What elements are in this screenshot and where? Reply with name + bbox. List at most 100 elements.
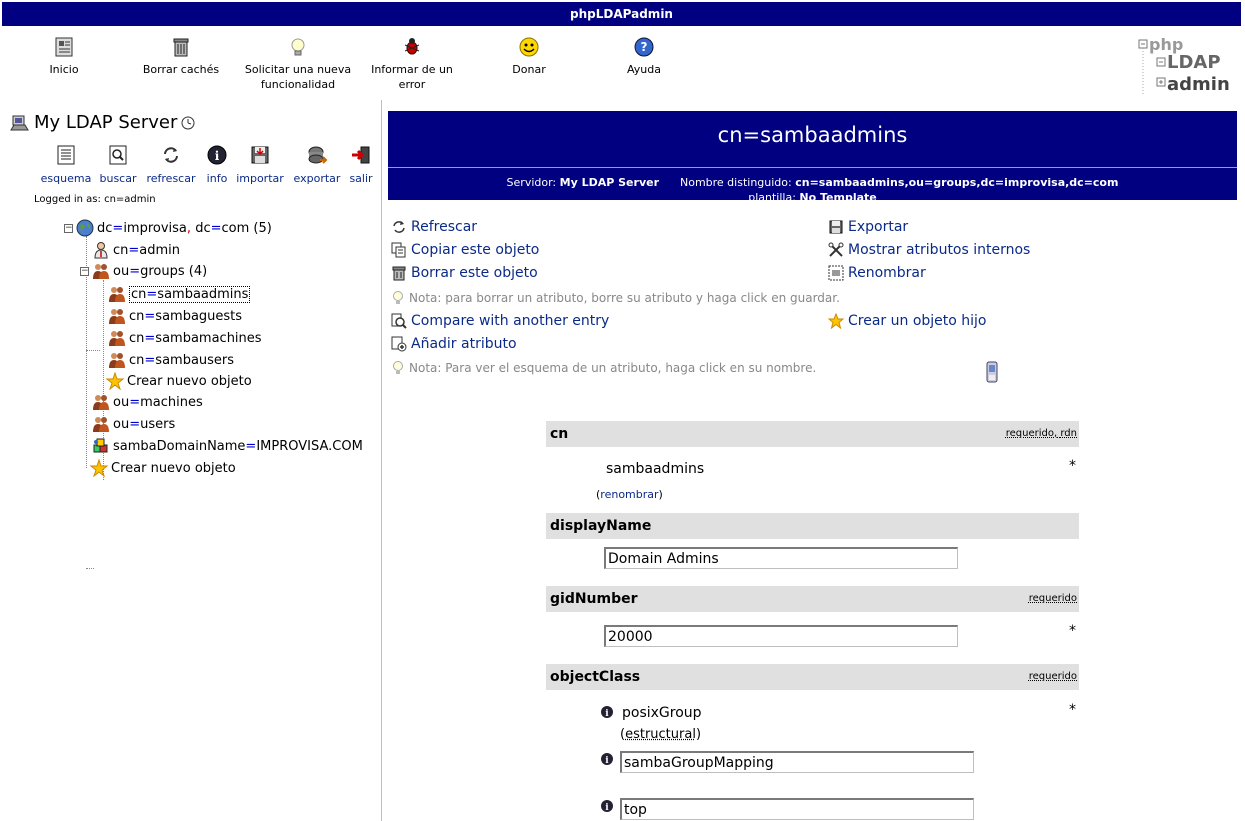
schema-tool[interactable]: esquema — [38, 140, 94, 185]
schema-note: Nota: Para ver el esquema de un atributo… — [391, 360, 816, 376]
rename-icon — [828, 265, 844, 281]
help-button[interactable]: ? Ayuda — [584, 36, 704, 77]
donate-button[interactable]: Donar — [469, 36, 589, 77]
app-title-bar: phpLDAPadmin — [2, 2, 1241, 26]
displayname-input[interactable] — [604, 547, 958, 569]
objectclass-input-top[interactable] — [620, 798, 974, 820]
tree-create-child-root[interactable]: Crear nuevo objeto — [90, 459, 236, 477]
dn-value: cn=sambaadmins,ou=groups,dc=improvisa,dc… — [795, 176, 1119, 189]
hint-device-icon[interactable] — [986, 361, 998, 383]
purge-cache-button[interactable]: Borrar cachés — [121, 36, 241, 77]
gidnumber-input[interactable] — [604, 625, 958, 647]
add-attribute-link[interactable]: Añadir atributo — [391, 336, 517, 352]
attr-gidnumber-header: gidNumber requerido — [546, 586, 1079, 612]
compare-entry-link[interactable]: Compare with another entry — [391, 313, 609, 329]
attr-cn-header: cn requerido, rdn — [546, 421, 1079, 447]
svg-text:i: i — [605, 709, 609, 719]
copy-entry-link[interactable]: Copiar este objeto — [391, 242, 539, 258]
search-label: buscar — [99, 172, 137, 185]
rename-entry-label: Renombrar — [848, 265, 926, 281]
tree-node-users[interactable]: ou = users — [92, 415, 175, 433]
svg-text:i: i — [215, 149, 220, 163]
info-label: info — [206, 172, 228, 185]
tree-node-sambamachines[interactable]: cn = sambamachines — [108, 329, 262, 347]
info-icon[interactable]: i — [600, 799, 614, 813]
home-button[interactable]: Inicio — [4, 36, 124, 77]
tree-node-sambausers[interactable]: cn = sambausers — [108, 351, 234, 369]
attr-cn-sep: , — [1054, 428, 1058, 439]
attr-displayname-name[interactable]: displayName — [550, 518, 651, 534]
lightbulb-icon — [291, 38, 305, 56]
users-val: users — [140, 416, 176, 432]
refresh-icon — [393, 221, 405, 233]
export-entry-link[interactable]: Exportar — [828, 219, 908, 235]
clock-icon[interactable] — [181, 116, 195, 130]
collapse-toggle[interactable]: − — [80, 266, 89, 276]
groups-count: (4) — [188, 263, 208, 279]
server-value: My LDAP Server — [559, 176, 659, 189]
schema-label: esquema — [40, 172, 92, 185]
info-icon[interactable]: i — [600, 705, 614, 719]
attr-gidnumber-name[interactable]: gidNumber — [550, 591, 638, 607]
tree-node-admin[interactable]: cn = admin — [92, 241, 180, 259]
g1-attr: cn — [131, 286, 147, 302]
help-label: Ayuda — [627, 63, 661, 76]
attr-objectclass-required-star: * — [1069, 702, 1076, 718]
compare-icon — [391, 313, 407, 329]
refresh-tool[interactable]: refrescar — [142, 140, 200, 185]
g2-val: sambaguests — [155, 308, 243, 324]
tree-node-machines[interactable]: ou = machines — [92, 393, 203, 411]
attr-cn-name[interactable]: cn — [550, 426, 568, 442]
search-tool[interactable]: buscar — [96, 140, 140, 185]
show-internal-attrs-link[interactable]: Mostrar atributos internos — [828, 242, 1030, 258]
svg-text:i: i — [605, 756, 609, 766]
attr-objectclass-name[interactable]: objectClass — [550, 669, 640, 685]
info-icon: i — [207, 145, 227, 165]
info-tool[interactable]: i info — [202, 140, 232, 185]
entry-panel: cn=sambaadmins Servidor: My LDAP Server … — [383, 100, 1245, 821]
export-tool[interactable]: exportar — [290, 140, 344, 185]
tree-node-domain[interactable]: sambaDomainName = IMPROVISA.COM — [92, 437, 363, 455]
logout-tool[interactable]: salir — [346, 140, 376, 185]
export-label: exportar — [293, 172, 341, 185]
rename-link[interactable]: renombrar — [600, 488, 658, 501]
server-name[interactable]: My LDAP Server — [34, 112, 177, 133]
group-icon — [93, 395, 109, 410]
import-tool[interactable]: importar — [234, 140, 286, 185]
info-icon[interactable]: i — [600, 752, 614, 766]
panel-divider — [381, 100, 382, 821]
rename-entry-link[interactable]: Renombrar — [828, 265, 926, 281]
logged-in-as: Logged in as: cn=admin — [34, 194, 156, 205]
g2-attr: cn — [129, 308, 145, 324]
tree-node-groups[interactable]: − ou = groups (4) — [80, 262, 207, 280]
delete-entry-link[interactable]: Borrar este objeto — [391, 265, 538, 281]
add-attribute-icon — [391, 336, 407, 352]
tree-node-sambaguests[interactable]: cn = sambaguests — [108, 307, 242, 325]
feature-request-button[interactable]: Solicitar una nueva funcionalidad — [238, 36, 358, 92]
domain-attr: sambaDomainName — [113, 438, 246, 454]
attr-cn-value: sambaadmins — [603, 458, 955, 480]
star-icon — [106, 372, 124, 390]
donate-label: Donar — [512, 63, 546, 76]
feature-request-label-2: funcionalidad — [260, 78, 336, 91]
collapse-toggle[interactable]: − — [64, 223, 73, 233]
copy-entry-label: Copiar este objeto — [411, 242, 540, 258]
report-bug-button[interactable]: Informar de un error — [352, 36, 472, 92]
attr-cn-rdn: rdn — [1060, 428, 1077, 439]
create-child-entry-link[interactable]: Crear un objeto hijo — [828, 313, 987, 329]
attr-gidnumber-required: requerido — [1028, 593, 1077, 604]
trash-icon — [392, 266, 406, 281]
import-icon — [251, 146, 269, 164]
user-icon — [94, 242, 108, 259]
tree-create-child-groups[interactable]: Crear nuevo objeto — [106, 372, 252, 390]
tools-icon — [828, 242, 844, 257]
entry-title: cn=sambaadmins — [717, 123, 908, 147]
g4-attr: cn — [129, 352, 145, 368]
objectclass-input-samba[interactable] — [620, 751, 974, 773]
attr-displayname-header: displayName — [546, 513, 1079, 539]
groups-attr: ou — [113, 263, 130, 279]
tree-node-root[interactable]: − dc = improvisa, dc = com (5) — [64, 219, 272, 237]
refresh-entry-link[interactable]: Refrescar — [391, 219, 477, 235]
help-icon: ? — [634, 37, 654, 57]
tree-node-sambaadmins[interactable]: cn=sambaadmins — [108, 285, 251, 303]
